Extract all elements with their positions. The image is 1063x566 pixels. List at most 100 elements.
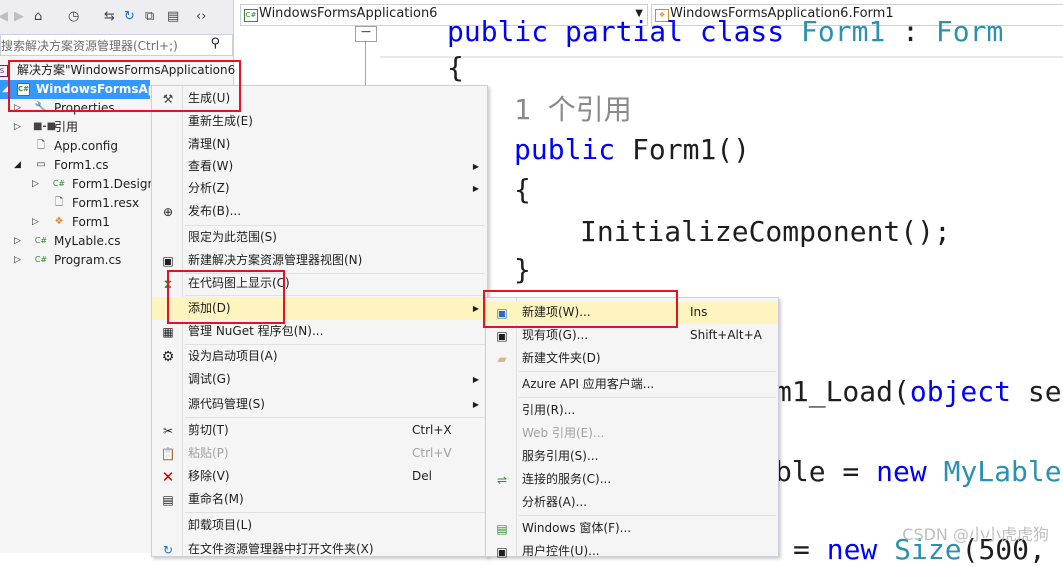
menu-item-set-startup[interactable]: ⚙ 设为启动项目(A) xyxy=(152,345,487,368)
menu-item-new-view[interactable]: ▣ 新建解决方案资源管理器视图(N) xyxy=(152,249,487,272)
submenu-arrow-icon: ▶ xyxy=(472,375,479,384)
csharp-file-icon: C# xyxy=(34,255,48,264)
solution-explorer-toolbar: ◀ ▶ ⌂ ◷ ⇆ ↻ ⧉ ▤ ‹› xyxy=(0,0,233,34)
menu-item-nuget[interactable]: ▦ 管理 NuGet 程序包(N)... xyxy=(152,320,487,343)
cut-icon: ✂ xyxy=(162,424,174,438)
user-control-icon: ▣ xyxy=(496,545,508,559)
menu-item-add[interactable]: 添加(D) ▶ xyxy=(152,297,487,320)
submenu-item-analyzer[interactable]: 分析器(A)... xyxy=(486,491,778,514)
menu-separator xyxy=(185,512,485,513)
form-icon: ▭ xyxy=(36,159,46,170)
separator xyxy=(380,56,1063,58)
history-icon[interactable]: ◷ xyxy=(68,9,79,25)
menu-item-view[interactable]: 查看(W) ▶ xyxy=(152,155,487,178)
submenu-item-azure-api[interactable]: Azure API 应用客户端... xyxy=(486,373,778,396)
submenu-item-web-reference[interactable]: Web 引用(E)... xyxy=(486,422,778,445)
watermark: CSDN @小小虎虎狗 xyxy=(902,525,1049,544)
show-all-files-icon[interactable]: ▤ xyxy=(167,9,179,25)
menu-item-analyze[interactable]: 分析(Z) ▶ xyxy=(152,177,487,200)
csharp-file-icon: C# xyxy=(52,179,66,188)
build-icon: ⚒ xyxy=(162,92,174,106)
collapse-region-icon[interactable]: − xyxy=(355,25,377,42)
menu-item-paste[interactable]: 📋 粘贴(P) Ctrl+V xyxy=(152,442,487,465)
solution-icon: S xyxy=(0,65,8,77)
menu-item-debug[interactable]: 调试(G) ▶ xyxy=(152,368,487,391)
submenu-arrow-icon: ▶ xyxy=(472,304,479,313)
rename-icon: ▤ xyxy=(162,493,174,507)
menu-item-source-control[interactable]: 源代码管理(S) ▶ xyxy=(152,393,487,416)
new-view-icon: ▣ xyxy=(162,254,174,268)
menu-item-rebuild[interactable]: 重新生成(E) xyxy=(152,110,487,133)
menu-separator xyxy=(519,397,776,398)
code-view-icon[interactable]: ‹› xyxy=(196,9,206,25)
menu-separator xyxy=(185,417,485,418)
submenu-item-existing-item[interactable]: ▣ 现有项(G)... Shift+Alt+A xyxy=(486,324,778,347)
submenu-arrow-icon: ▶ xyxy=(472,162,479,171)
submenu-item-new-item[interactable]: ▣ 新建项(W)... Ins xyxy=(486,301,778,324)
submenu-item-user-control[interactable]: ▣ 用户控件(U)... xyxy=(486,540,778,563)
menu-item-rename[interactable]: ▤ 重命名(M) xyxy=(152,488,487,511)
submenu-item-reference[interactable]: 引用(R)... xyxy=(486,399,778,422)
menu-separator xyxy=(519,515,776,516)
submenu-arrow-icon: ▶ xyxy=(472,400,479,409)
home-icon[interactable]: ⌂ xyxy=(34,9,42,25)
menu-item-remove[interactable]: ✕ 移除(V) Del xyxy=(152,465,487,488)
menu-item-scope[interactable]: 限定为此范围(S) xyxy=(152,226,487,249)
paste-icon: 📋 xyxy=(160,447,176,461)
forward-icon[interactable]: ▶ xyxy=(14,9,24,25)
menu-item-clean[interactable]: 清理(N) xyxy=(152,133,487,156)
search-input[interactable]: 搜索解决方案资源管理器(Ctrl+;) xyxy=(1,37,178,54)
submenu-arrow-icon: ▶ xyxy=(472,184,479,193)
collapsed-arrow-icon[interactable]: ▷ xyxy=(14,99,21,118)
tree-item-project[interactable]: ◢ C# WindowsFormsApp xyxy=(0,80,165,99)
submenu-item-service-reference[interactable]: 服务引用(S)... xyxy=(486,445,778,468)
submenu-item-connected-service[interactable]: ⇌ 连接的服务(C)... xyxy=(486,468,778,491)
menu-item-unload[interactable]: 卸载项目(L) xyxy=(152,514,487,537)
publish-icon: ⊕ xyxy=(162,205,174,219)
sync-icon[interactable]: ⇆ xyxy=(104,9,115,25)
tree-item-solution[interactable]: S 解决方案"WindowsFormsApplication6 xyxy=(0,61,235,80)
expanded-arrow-icon[interactable]: ◢ xyxy=(2,80,9,99)
refresh-icon[interactable]: ↻ xyxy=(124,9,135,25)
code-map-icon: ⧗ xyxy=(163,277,173,291)
menu-item-cut[interactable]: ✂ 剪切(T) Ctrl+X xyxy=(152,419,487,442)
collapsed-arrow-icon[interactable]: ▷ xyxy=(32,213,39,232)
csharp-file-icon: C# xyxy=(34,236,48,245)
project-context-menu: ⚒ 生成(U) 重新生成(E) 清理(N) 查看(W) ▶ 分析(Z) ▶ ⊕ 发布(B… xyxy=(151,85,488,557)
references-icon: ■-■ xyxy=(33,121,57,132)
collapsed-arrow-icon[interactable]: ▷ xyxy=(32,175,39,194)
add-submenu: ▣ 新建项(W)... Ins ▣ 现有项(G)... Shift+Alt+A ▰ 新建文… xyxy=(485,297,779,559)
reference-count[interactable]: 1 个引用 xyxy=(514,94,632,126)
submenu-item-new-folder[interactable]: ▰ 新建文件夹(D) xyxy=(486,347,778,370)
code-line-ctor-close: } xyxy=(514,253,531,286)
collapsed-arrow-icon[interactable]: ▷ xyxy=(14,251,21,270)
code-line-brace: { xyxy=(447,51,464,84)
connected-service-icon: ⇌ xyxy=(496,473,508,487)
submenu-item-windows-form[interactable]: ▤ Windows 窗体(F)... xyxy=(486,517,778,540)
menu-item-open-folder[interactable]: ↻ 在文件资源管理器中打开文件夹(X) xyxy=(152,538,487,561)
expanded-arrow-icon[interactable]: ◢ xyxy=(14,156,21,175)
menu-item-build[interactable]: ⚒ 生成(U) xyxy=(152,87,487,110)
csharp-project-icon: C# xyxy=(244,9,258,22)
menu-item-publish[interactable]: ⊕ 发布(B)... xyxy=(152,200,487,223)
solution-explorer-search[interactable]: 搜索解决方案资源管理器(Ctrl+;) ⚲ xyxy=(0,34,233,56)
resx-file-icon: 🗋 xyxy=(54,197,64,208)
gear-icon: ⚙ xyxy=(161,349,175,365)
code-line-ctor-brace: { xyxy=(514,173,531,206)
remove-icon: ✕ xyxy=(161,468,175,486)
class-icon: ❖ xyxy=(54,216,64,227)
code-line-lable: ble = new MyLable xyxy=(775,455,1062,488)
open-folder-icon: ↻ xyxy=(162,543,174,557)
new-folder-icon: ▰ xyxy=(497,352,507,366)
search-icon[interactable]: ⚲ xyxy=(210,36,220,51)
windows-form-icon: ▤ xyxy=(496,522,508,536)
new-item-icon: ▣ xyxy=(496,306,508,320)
back-icon[interactable]: ◀ xyxy=(0,9,8,25)
config-file-icon: 🗋 xyxy=(36,140,46,151)
collapse-all-icon[interactable]: ⧉ xyxy=(145,9,154,25)
existing-item-icon: ▣ xyxy=(496,329,508,343)
collapsed-arrow-icon[interactable]: ▷ xyxy=(14,118,21,137)
collapsed-arrow-icon[interactable]: ▷ xyxy=(14,232,21,251)
menu-item-code-map[interactable]: ⧗ 在代码图上显示(C) xyxy=(152,272,487,295)
code-line-load: m1_Load(object sen xyxy=(775,375,1063,408)
